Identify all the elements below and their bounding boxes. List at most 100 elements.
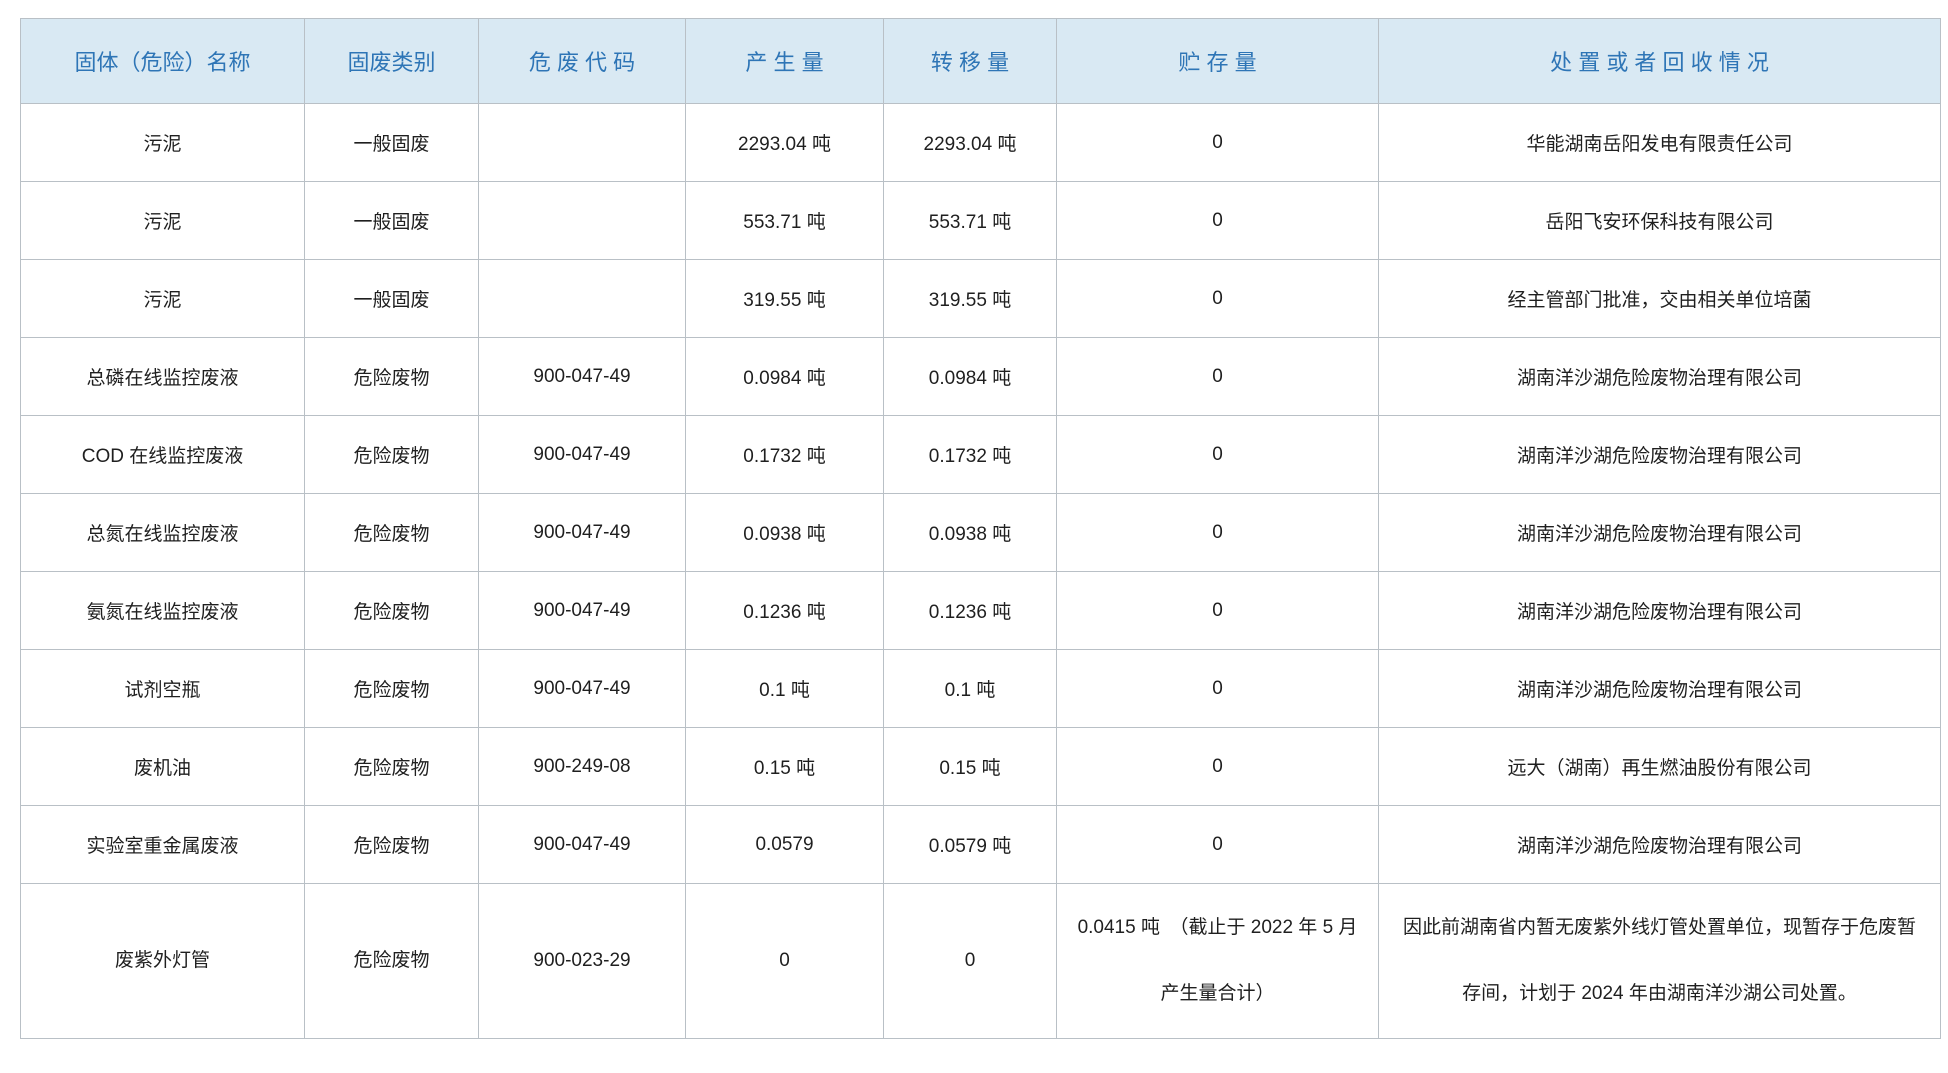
cell-transferred: 553.71 吨 — [884, 182, 1057, 260]
cell-transferred: 0.15 吨 — [884, 728, 1057, 806]
cell-name: 总磷在线监控废液 — [21, 338, 305, 416]
cell-name: 废紫外灯管 — [21, 884, 305, 1039]
cell-category: 一般固废 — [305, 104, 479, 182]
cell-produced: 553.71 吨 — [686, 182, 884, 260]
cell-stored: 0 — [1057, 728, 1379, 806]
cell-disposal: 湖南洋沙湖危险废物治理有限公司 — [1379, 806, 1941, 884]
cell-code: 900-047-49 — [479, 650, 686, 728]
table-header: 固体（危险）名称固废类别危 废 代 码产 生 量转 移 量贮 存 量处 置 或 … — [21, 19, 1941, 104]
cell-produced: 0.0984 吨 — [686, 338, 884, 416]
cell-stored: 0 — [1057, 650, 1379, 728]
cell-produced: 0.1 吨 — [686, 650, 884, 728]
table-row: 废机油危险废物900-249-080.15 吨0.15 吨0远大（湖南）再生燃油… — [21, 728, 1941, 806]
cell-category: 危险废物 — [305, 572, 479, 650]
cell-produced: 0.1732 吨 — [686, 416, 884, 494]
cell-stored: 0 — [1057, 260, 1379, 338]
table-row: 污泥一般固废2293.04 吨2293.04 吨0华能湖南岳阳发电有限责任公司 — [21, 104, 1941, 182]
table-row: 总磷在线监控废液危险废物900-047-490.0984 吨0.0984 吨0湖… — [21, 338, 1941, 416]
cell-category: 一般固废 — [305, 182, 479, 260]
cell-code — [479, 104, 686, 182]
cell-disposal: 湖南洋沙湖危险废物治理有限公司 — [1379, 338, 1941, 416]
cell-produced: 0.1236 吨 — [686, 572, 884, 650]
cell-transferred: 0 — [884, 884, 1057, 1039]
cell-category: 危险废物 — [305, 884, 479, 1039]
cell-disposal: 湖南洋沙湖危险废物治理有限公司 — [1379, 416, 1941, 494]
cell-category: 一般固废 — [305, 260, 479, 338]
cell-stored: 0 — [1057, 338, 1379, 416]
cell-name: 总氮在线监控废液 — [21, 494, 305, 572]
column-header-transferred: 转 移 量 — [884, 19, 1057, 104]
cell-stored: 0 — [1057, 572, 1379, 650]
cell-stored: 0 — [1057, 494, 1379, 572]
column-header-disposal: 处 置 或 者 回 收 情 况 — [1379, 19, 1941, 104]
table-row: 氨氮在线监控废液危险废物900-047-490.1236 吨0.1236 吨0湖… — [21, 572, 1941, 650]
column-header-stored: 贮 存 量 — [1057, 19, 1379, 104]
cell-disposal: 岳阳飞安环保科技有限公司 — [1379, 182, 1941, 260]
table-row: 污泥一般固废553.71 吨553.71 吨0岳阳飞安环保科技有限公司 — [21, 182, 1941, 260]
cell-stored: 0 — [1057, 182, 1379, 260]
cell-name: 实验室重金属废液 — [21, 806, 305, 884]
column-header-category: 固废类别 — [305, 19, 479, 104]
cell-category: 危险废物 — [305, 728, 479, 806]
cell-produced: 319.55 吨 — [686, 260, 884, 338]
column-header-produced: 产 生 量 — [686, 19, 884, 104]
cell-transferred: 0.1732 吨 — [884, 416, 1057, 494]
cell-code: 900-047-49 — [479, 416, 686, 494]
cell-code: 900-249-08 — [479, 728, 686, 806]
cell-name: 废机油 — [21, 728, 305, 806]
cell-code — [479, 182, 686, 260]
cell-disposal: 华能湖南岳阳发电有限责任公司 — [1379, 104, 1941, 182]
cell-produced: 0.0579 — [686, 806, 884, 884]
cell-disposal: 经主管部门批准，交由相关单位培菌 — [1379, 260, 1941, 338]
cell-transferred: 0.1 吨 — [884, 650, 1057, 728]
cell-produced: 2293.04 吨 — [686, 104, 884, 182]
header-row: 固体（危险）名称固废类别危 废 代 码产 生 量转 移 量贮 存 量处 置 或 … — [21, 19, 1941, 104]
cell-stored: 0 — [1057, 806, 1379, 884]
cell-category: 危险废物 — [305, 416, 479, 494]
cell-code: 900-047-49 — [479, 494, 686, 572]
cell-transferred: 0.0984 吨 — [884, 338, 1057, 416]
cell-name: COD 在线监控废液 — [21, 416, 305, 494]
cell-disposal: 因此前湖南省内暂无废紫外线灯管处置单位，现暂存于危废暂存间，计划于 2024 年… — [1379, 884, 1941, 1039]
cell-disposal: 远大（湖南）再生燃油股份有限公司 — [1379, 728, 1941, 806]
waste-table: 固体（危险）名称固废类别危 废 代 码产 生 量转 移 量贮 存 量处 置 或 … — [20, 18, 1941, 1039]
column-header-code: 危 废 代 码 — [479, 19, 686, 104]
table-body: 污泥一般固废2293.04 吨2293.04 吨0华能湖南岳阳发电有限责任公司污… — [21, 104, 1941, 1039]
cell-produced: 0.15 吨 — [686, 728, 884, 806]
cell-category: 危险废物 — [305, 494, 479, 572]
table-row: 实验室重金属废液危险废物900-047-490.05790.0579 吨0湖南洋… — [21, 806, 1941, 884]
cell-name: 氨氮在线监控废液 — [21, 572, 305, 650]
cell-stored: 0.0415 吨 （截止于 2022 年 5 月产生量合计） — [1057, 884, 1379, 1039]
cell-name: 污泥 — [21, 104, 305, 182]
cell-code: 900-047-49 — [479, 338, 686, 416]
cell-transferred: 319.55 吨 — [884, 260, 1057, 338]
cell-disposal: 湖南洋沙湖危险废物治理有限公司 — [1379, 572, 1941, 650]
table-row: 污泥一般固废319.55 吨319.55 吨0经主管部门批准，交由相关单位培菌 — [21, 260, 1941, 338]
cell-category: 危险废物 — [305, 338, 479, 416]
table-row: 废紫外灯管危险废物900-023-29000.0415 吨 （截止于 2022 … — [21, 884, 1941, 1039]
cell-code: 900-047-49 — [479, 572, 686, 650]
table-row: 试剂空瓶危险废物900-047-490.1 吨0.1 吨0湖南洋沙湖危险废物治理… — [21, 650, 1941, 728]
cell-disposal: 湖南洋沙湖危险废物治理有限公司 — [1379, 494, 1941, 572]
cell-category: 危险废物 — [305, 650, 479, 728]
cell-stored: 0 — [1057, 416, 1379, 494]
cell-transferred: 0.1236 吨 — [884, 572, 1057, 650]
waste-table-document: 固体（危险）名称固废类别危 废 代 码产 生 量转 移 量贮 存 量处 置 或 … — [0, 0, 1948, 1073]
cell-produced: 0 — [686, 884, 884, 1039]
cell-code — [479, 260, 686, 338]
cell-name: 污泥 — [21, 260, 305, 338]
cell-disposal: 湖南洋沙湖危险废物治理有限公司 — [1379, 650, 1941, 728]
cell-code: 900-023-29 — [479, 884, 686, 1039]
cell-transferred: 0.0938 吨 — [884, 494, 1057, 572]
cell-name: 污泥 — [21, 182, 305, 260]
cell-code: 900-047-49 — [479, 806, 686, 884]
cell-produced: 0.0938 吨 — [686, 494, 884, 572]
table-row: COD 在线监控废液危险废物900-047-490.1732 吨0.1732 吨… — [21, 416, 1941, 494]
cell-category: 危险废物 — [305, 806, 479, 884]
cell-transferred: 0.0579 吨 — [884, 806, 1057, 884]
table-row: 总氮在线监控废液危险废物900-047-490.0938 吨0.0938 吨0湖… — [21, 494, 1941, 572]
column-header-name: 固体（危险）名称 — [21, 19, 305, 104]
cell-name: 试剂空瓶 — [21, 650, 305, 728]
cell-stored: 0 — [1057, 104, 1379, 182]
cell-transferred: 2293.04 吨 — [884, 104, 1057, 182]
